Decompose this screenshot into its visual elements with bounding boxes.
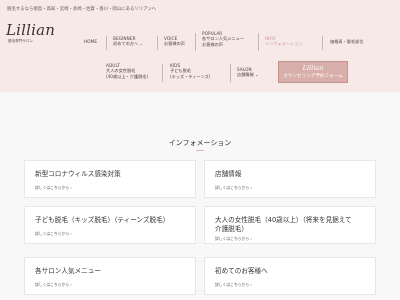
- info-card-covid[interactable]: 新型コロナウィルス感染対策 詳しくはこちらから ›: [24, 160, 196, 198]
- nav-popular[interactable]: POPULAR 各サロン人気メニュー お客様の声: [202, 31, 244, 47]
- nav-beginner[interactable]: BEGINNER 初めての方へ ⌄: [113, 36, 143, 47]
- card-title: 子ども脱毛（キッズ脱毛）（ティーンズ脱毛）: [35, 216, 170, 224]
- nav-info[interactable]: INFO インフォメーション: [265, 36, 302, 47]
- info-card-kids[interactable]: 子ども脱毛（キッズ脱毛）（ティーンズ脱毛） 詳しくはこちらから ›: [24, 206, 196, 244]
- nav-voice[interactable]: VOICE お客様の声: [164, 36, 185, 47]
- card-more-link[interactable]: 詳しくはこちらから ›: [35, 185, 72, 191]
- nav-divider: [258, 33, 259, 51]
- cta-label: カウンセリング予約フォーム: [283, 73, 343, 79]
- nav-popular-jp1: 各サロン人気メニュー: [202, 36, 244, 42]
- card-title: 新型コロナウィルス感染対策: [35, 170, 121, 178]
- nav-divider: [230, 64, 231, 82]
- nav-popular-jp2: お客様の声: [202, 41, 223, 47]
- nav-home-label: HOME: [84, 39, 98, 44]
- nav-price-jp: 価格表・脱毛部位: [330, 39, 364, 44]
- nav-voice-jp: お客様の声: [164, 41, 185, 47]
- nav-info-jp: インフォメーション: [265, 41, 303, 47]
- header-tagline: 脱毛するなら徳島・高知・宮崎・長崎・佐賀・香川・岡山にあるリリアンへ: [7, 7, 157, 12]
- info-card-adult[interactable]: 大人の女性脱毛（40歳以上）（将来を見据えて 介護脱毛） 詳しくはこちらから ›: [204, 206, 376, 244]
- site-header: 脱毛するなら徳島・高知・宮崎・長崎・佐賀・香川・岡山にあるリリアンへ Lilli…: [0, 0, 400, 92]
- card-title: 店舗情報: [215, 170, 242, 178]
- logo-wordmark: Lillian: [6, 21, 56, 39]
- card-title: 各サロン人気メニュー: [35, 267, 101, 275]
- nav-salon-jp: 店舗情報 ⌄: [237, 72, 259, 78]
- card-more-link[interactable]: 詳しくはこちらから ›: [215, 185, 252, 191]
- card-title: 大人の女性脱毛（40歳以上）（将来を見据えて 介護脱毛）: [215, 216, 352, 233]
- nav-kids-jp2: (キッズ・ティーンズ): [170, 73, 211, 79]
- card-more-link[interactable]: 詳しくはこちらから ›: [215, 282, 252, 288]
- card-more-link[interactable]: 詳しくはこちらから ›: [35, 231, 72, 237]
- nav-adult[interactable]: ADULT 大人の女性脱毛 (40歳以上・介護脱毛): [106, 63, 148, 79]
- cta-logo-script: Lillian: [302, 64, 324, 73]
- logo-subtitle: 脱毛専門サロン: [8, 39, 34, 43]
- nav-beginner-jp: 初めての方へ ⌄: [113, 41, 143, 47]
- nav-adult-jp2: (40歳以上・介護脱毛): [106, 73, 149, 79]
- info-card-popular-menu[interactable]: 各サロン人気メニュー 詳しくはこちらから ›: [24, 257, 196, 295]
- card-title: 初めてのお客様へ: [215, 267, 268, 275]
- nav-divider: [195, 33, 196, 51]
- nav-divider: [322, 36, 323, 50]
- nav-price[interactable]: 価格表・脱毛部位: [330, 39, 364, 44]
- site-logo[interactable]: Lillian 脱毛専門サロン: [6, 23, 55, 44]
- section-title-underline: [196, 150, 204, 151]
- info-card-store[interactable]: 店舗情報 詳しくはこちらから ›: [204, 160, 376, 198]
- counseling-reservation-button[interactable]: Lillian カウンセリング予約フォーム: [278, 61, 348, 83]
- nav-salon[interactable]: SALON 店舗情報 ⌄: [237, 67, 259, 78]
- card-more-link[interactable]: 詳しくはこちらから ›: [35, 282, 72, 288]
- nav-home[interactable]: HOME: [84, 39, 97, 44]
- nav-divider: [106, 36, 107, 50]
- chevron-down-icon: ⌄: [139, 41, 143, 47]
- section-title: インフォメーション: [168, 139, 232, 147]
- card-more-link[interactable]: 詳しくはこちらから ›: [215, 236, 252, 242]
- nav-divider: [157, 36, 158, 50]
- chevron-down-icon: ⌄: [255, 72, 259, 78]
- nav-divider: [162, 64, 163, 82]
- info-card-first-time[interactable]: 初めてのお客様へ 詳しくはこちらから ›: [204, 257, 376, 295]
- nav-kids[interactable]: KIDS 子ども脱毛 (キッズ・ティーンズ): [170, 63, 210, 79]
